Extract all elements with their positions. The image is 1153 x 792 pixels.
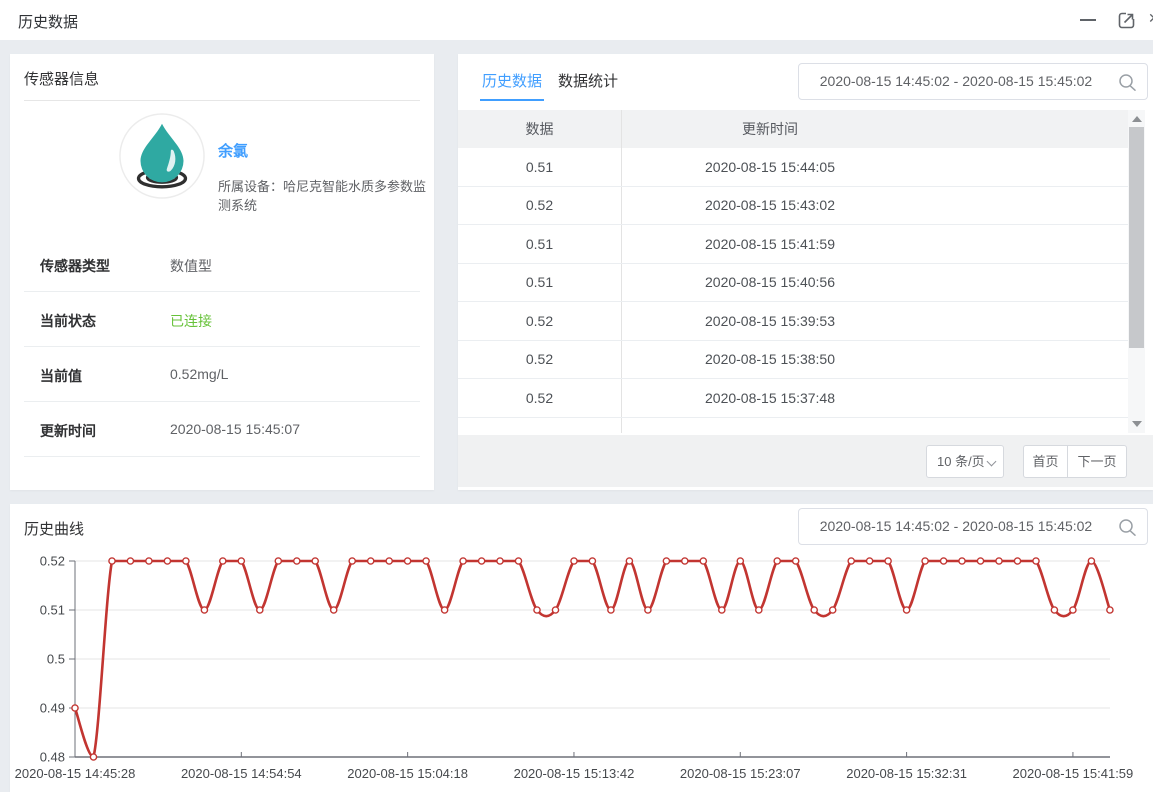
search-icon[interactable] [1118, 518, 1137, 537]
sensor-detail-row: 当前状态 已连接 [24, 292, 420, 347]
cell-update-time: 2020-08-15 15:40:56 [622, 264, 918, 302]
sensor-detail-row: 当前值 0.52mg/L [24, 347, 420, 402]
sensor-panel-title: 传感器信息 [24, 68, 99, 89]
detail-value: 0.52mg/L [170, 366, 228, 382]
cell-data: 0.52 [458, 379, 622, 417]
tab-history-data[interactable]: 历史数据 [480, 70, 544, 101]
cell-data [458, 418, 622, 434]
svg-text:2020-08-15 14:54:54: 2020-08-15 14:54:54 [181, 766, 302, 781]
table-row: 0.512020-08-15 15:41:59 [458, 225, 1128, 264]
divider [24, 100, 420, 101]
window-title: 历史数据 [18, 11, 78, 32]
tab-data-statistics[interactable]: 数据统计 [558, 70, 618, 101]
svg-text:2020-08-15 15:32:31: 2020-08-15 15:32:31 [846, 766, 967, 781]
detail-value: 数值型 [170, 256, 212, 276]
history-data-panel: 历史数据 数据统计 2020-08-15 14:45:02 - 2020-08-… [458, 54, 1153, 490]
svg-text:0.51: 0.51 [40, 603, 65, 618]
table-row: 0.522020-08-15 15:38:50 [458, 341, 1128, 380]
cell-update-time: 2020-08-15 15:39:53 [622, 302, 918, 340]
column-header-update-time: 更新时间 [622, 110, 918, 148]
svg-text:0.52: 0.52 [40, 554, 65, 569]
sensor-device: 所属设备：哈尼克智能水质多参数监测系统 [218, 176, 434, 214]
sensor-name[interactable]: 余氯 [218, 140, 248, 161]
cell-data: 0.51 [458, 264, 622, 302]
table-row: 0.522020-08-15 15:39:53 [458, 302, 1128, 341]
detail-label: 传感器类型 [40, 256, 110, 276]
cell-data: 0.52 [458, 187, 622, 225]
history-line-chart: 0.48 0.49 0.5 0.51 0.52 2020-08-15 14:45:28 20… [0, 540, 1153, 792]
detail-label: 当前值 [40, 366, 82, 386]
table-body: 0.512020-08-15 15:44:050.522020-08-15 15… [458, 148, 1128, 433]
svg-text:2020-08-15 14:45:28: 2020-08-15 14:45:28 [15, 766, 136, 781]
detail-label: 更新时间 [40, 421, 96, 441]
table-row: 0.522020-08-15 15:37:48 [458, 379, 1128, 418]
table-row: 0.512020-08-15 15:44:05 [458, 148, 1128, 187]
search-icon[interactable] [1118, 73, 1137, 92]
detail-value: 2020-08-15 15:45:07 [170, 421, 300, 437]
scroll-up-icon[interactable] [1132, 116, 1142, 122]
svg-text:0.48: 0.48 [40, 750, 65, 765]
svg-text:2020-08-15 15:41:59: 2020-08-15 15:41:59 [1013, 766, 1134, 781]
table-row: 0.512020-08-15 15:40:56 [458, 264, 1128, 303]
cell-update-time [622, 418, 918, 434]
sensor-detail-row: 传感器类型 数值型 [24, 237, 420, 292]
date-range-picker[interactable]: 2020-08-15 14:45:02 - 2020-08-15 15:45:0… [798, 63, 1148, 100]
svg-text:0.5: 0.5 [47, 652, 65, 667]
detail-label: 当前状态 [40, 311, 96, 331]
cell-data: 0.51 [458, 225, 622, 263]
curve-date-range-value: 2020-08-15 14:45:02 - 2020-08-15 15:45:0… [799, 518, 1113, 534]
window-titlebar: 历史数据 ✕ [0, 0, 1153, 40]
cell-update-time: 2020-08-15 15:44:05 [622, 148, 918, 186]
table-scrollbar[interactable] [1128, 110, 1145, 433]
cell-data: 0.51 [458, 148, 622, 186]
sensor-info-panel: 传感器信息 余氯 所属设备：哈尼克智能水质多参数监测系统 传感器类型 数值型当前状… [10, 54, 434, 490]
close-icon[interactable]: ✕ [1148, 10, 1153, 30]
next-page-button[interactable]: 下一页 [1067, 445, 1127, 478]
svg-text:0.49: 0.49 [40, 701, 65, 716]
cell-update-time: 2020-08-15 15:38:50 [622, 341, 918, 379]
device-label: 所属设备： [218, 179, 283, 194]
cell-data: 0.52 [458, 341, 622, 379]
table-row: 0.522020-08-15 15:43:02 [458, 187, 1128, 226]
sensor-detail-list: 传感器类型 数值型当前状态 已连接当前值 0.52mg/L 更新时间 2020-08-15… [10, 237, 434, 457]
sensor-detail-row: 更新时间 2020-08-15 15:45:07 [24, 402, 420, 457]
page-size-value: 10 条/页 [937, 454, 985, 469]
svg-text:2020-08-15 15:23:07: 2020-08-15 15:23:07 [680, 766, 801, 781]
svg-text:2020-08-15 15:04:18: 2020-08-15 15:04:18 [347, 766, 468, 781]
cell-update-time: 2020-08-15 15:37:48 [622, 379, 918, 417]
cell-data: 0.52 [458, 302, 622, 340]
cell-update-time: 2020-08-15 15:43:02 [622, 187, 918, 225]
svg-text:2020-08-15 15:13:42: 2020-08-15 15:13:42 [514, 766, 635, 781]
page-size-select[interactable]: 10 条/页 [926, 445, 1004, 478]
minimize-icon[interactable] [1080, 19, 1096, 21]
first-page-button[interactable]: 首页 [1023, 445, 1068, 478]
scrollbar-thumb[interactable] [1129, 127, 1144, 348]
table-header-row: 数据 更新时间 [458, 110, 1128, 148]
history-table: 数据 更新时间 0.512020-08-15 15:44:050.522020-… [458, 110, 1128, 433]
scroll-down-icon[interactable] [1132, 421, 1142, 427]
date-range-value: 2020-08-15 14:45:02 - 2020-08-15 15:45:0… [799, 73, 1113, 89]
history-curve-panel: 历史曲线 2020-08-15 14:45:02 - 2020-08-15 15… [10, 504, 1153, 792]
pagination-bar: 10 条/页 首页 下一页 [458, 435, 1153, 487]
cell-update-time: 2020-08-15 15:41:59 [622, 225, 918, 263]
water-drop-icon [118, 112, 206, 200]
table-row [458, 418, 1128, 434]
column-header-data: 数据 [458, 110, 622, 148]
detail-value: 已连接 [170, 311, 212, 331]
maximize-icon[interactable] [1117, 10, 1137, 30]
chevron-down-icon [987, 457, 997, 467]
curve-panel-title: 历史曲线 [24, 518, 84, 539]
